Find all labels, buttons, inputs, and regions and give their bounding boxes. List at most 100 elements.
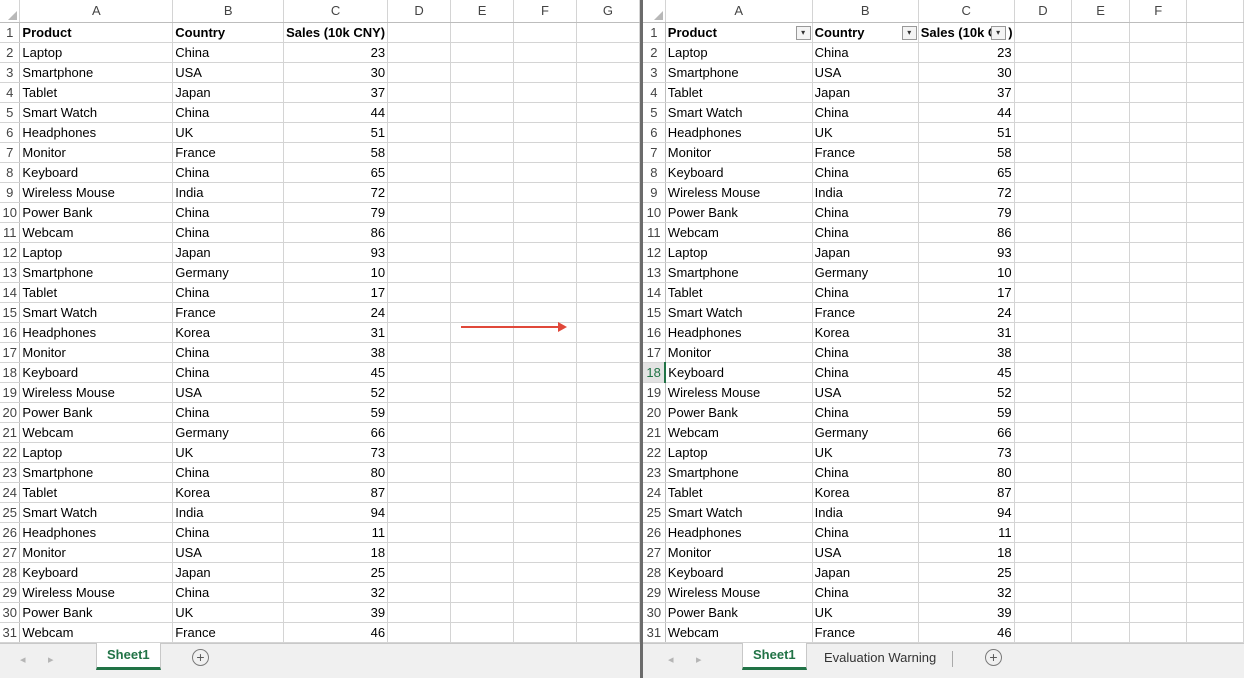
empty-cell[interactable] — [1014, 622, 1073, 643]
empty-cell[interactable] — [513, 282, 577, 303]
row-header[interactable]: 29 — [643, 582, 666, 603]
row-header[interactable]: 31 — [643, 622, 666, 643]
empty-cell[interactable] — [576, 602, 640, 623]
cell-sales[interactable]: 17 — [918, 282, 1015, 303]
empty-cell[interactable] — [1186, 582, 1244, 603]
row-header[interactable]: 22 — [643, 442, 666, 463]
empty-cell[interactable] — [1129, 182, 1188, 203]
empty-cell[interactable] — [1186, 442, 1244, 463]
cell-sales-header[interactable]: Sales (10k CNY) — [283, 22, 389, 43]
row-header[interactable]: 5 — [0, 102, 21, 123]
empty-cell[interactable] — [576, 422, 640, 443]
empty-cell[interactable] — [450, 502, 515, 523]
row-header[interactable]: 14 — [643, 282, 666, 303]
empty-cell[interactable] — [576, 402, 640, 423]
sheet-tab-sheet1[interactable]: Sheet1 — [96, 643, 161, 670]
empty-cell[interactable] — [1071, 282, 1130, 303]
cell-country[interactable]: Japan — [172, 562, 285, 583]
empty-cell[interactable] — [450, 542, 515, 563]
cell-product[interactable]: Smart Watch — [665, 102, 813, 123]
cell-country[interactable]: Germany — [812, 262, 919, 283]
row-header[interactable]: 7 — [643, 142, 666, 163]
empty-cell[interactable] — [1186, 242, 1244, 263]
cell-country[interactable]: China — [812, 462, 919, 483]
row-header[interactable]: 16 — [0, 322, 21, 343]
row-header[interactable]: 25 — [643, 502, 666, 523]
empty-cell[interactable] — [576, 502, 640, 523]
column-header-e[interactable]: E — [450, 0, 515, 23]
empty-cell[interactable] — [1186, 402, 1244, 423]
row-header[interactable]: 18 — [643, 362, 667, 383]
empty-cell[interactable] — [1129, 382, 1188, 403]
empty-cell[interactable] — [1186, 522, 1244, 543]
empty-cell[interactable] — [1014, 342, 1073, 363]
cell-product[interactable]: Smart Watch — [19, 502, 174, 523]
row-header[interactable]: 23 — [0, 462, 21, 483]
cell-product[interactable]: Wireless Mouse — [19, 382, 174, 403]
empty-cell[interactable] — [387, 102, 452, 123]
empty-cell[interactable] — [387, 602, 452, 623]
cell-product[interactable]: Monitor — [19, 342, 174, 363]
cell-country[interactable]: Japan — [172, 242, 285, 263]
empty-cell[interactable] — [1071, 202, 1130, 223]
cell-sales[interactable]: 79 — [918, 202, 1015, 223]
row-header[interactable]: 30 — [0, 602, 21, 623]
empty-cell[interactable] — [450, 282, 515, 303]
empty-cell[interactable] — [1186, 602, 1244, 623]
empty-cell[interactable] — [1186, 142, 1244, 163]
cell-product-header[interactable]: Product ▾ — [665, 22, 813, 43]
row-header[interactable]: 8 — [643, 162, 666, 183]
empty-cell[interactable] — [513, 302, 577, 323]
cell-country[interactable]: Korea — [172, 482, 285, 503]
cell-country[interactable]: China — [172, 522, 285, 543]
cell-country[interactable]: China — [812, 522, 919, 543]
row-header[interactable]: 8 — [0, 162, 21, 183]
cell-product[interactable]: Monitor — [19, 542, 174, 563]
empty-cell[interactable] — [1071, 362, 1130, 383]
empty-cell[interactable] — [450, 402, 515, 423]
cell-product[interactable]: Laptop — [665, 242, 813, 263]
empty-cell[interactable] — [450, 422, 515, 443]
cell-sales[interactable]: 52 — [918, 382, 1015, 403]
empty-cell[interactable] — [1129, 82, 1188, 103]
empty-cell[interactable] — [576, 362, 640, 383]
empty-cell[interactable] — [513, 222, 577, 243]
row-header[interactable]: 2 — [643, 42, 666, 63]
cell-sales[interactable]: 39 — [283, 602, 389, 623]
empty-cell[interactable] — [1129, 402, 1188, 423]
cell-sales[interactable]: 73 — [283, 442, 389, 463]
column-header-c[interactable]: C — [283, 0, 389, 23]
cell-product[interactable]: Wireless Mouse — [665, 182, 813, 203]
empty-cell[interactable] — [1014, 462, 1073, 483]
row-header[interactable]: 13 — [0, 262, 21, 283]
empty-cell[interactable] — [450, 362, 515, 383]
cell-product[interactable]: Power Bank — [665, 202, 813, 223]
row-header[interactable]: 10 — [0, 202, 21, 223]
empty-cell[interactable] — [1186, 382, 1244, 403]
empty-cell[interactable] — [513, 622, 577, 643]
cell-country[interactable]: UK — [172, 122, 285, 143]
cell-product[interactable]: Smartphone — [665, 462, 813, 483]
cell-sales[interactable]: 59 — [283, 402, 389, 423]
column-header-c[interactable]: C — [918, 0, 1015, 23]
cell-product[interactable]: Smartphone — [19, 262, 174, 283]
empty-cell[interactable] — [576, 42, 640, 63]
empty-cell[interactable] — [1071, 562, 1130, 583]
empty-cell[interactable] — [1014, 142, 1073, 163]
cell-product[interactable]: Keyboard — [665, 362, 813, 383]
cell-sales[interactable]: 87 — [918, 482, 1015, 503]
empty-cell[interactable] — [1129, 62, 1188, 83]
empty-cell[interactable] — [1186, 262, 1244, 283]
empty-cell[interactable] — [387, 582, 452, 603]
cell-sales[interactable]: 80 — [918, 462, 1015, 483]
empty-cell[interactable] — [1186, 62, 1244, 83]
cell-sales[interactable]: 80 — [283, 462, 389, 483]
cell-product[interactable]: Headphones — [19, 122, 174, 143]
empty-cell[interactable] — [513, 162, 577, 183]
empty-cell[interactable] — [1129, 22, 1188, 43]
row-header[interactable]: 29 — [0, 582, 21, 603]
cell-product[interactable]: Power Bank — [665, 602, 813, 623]
cell-product[interactable]: Power Bank — [19, 602, 174, 623]
empty-cell[interactable] — [1129, 462, 1188, 483]
cell-country[interactable]: China — [812, 582, 919, 603]
